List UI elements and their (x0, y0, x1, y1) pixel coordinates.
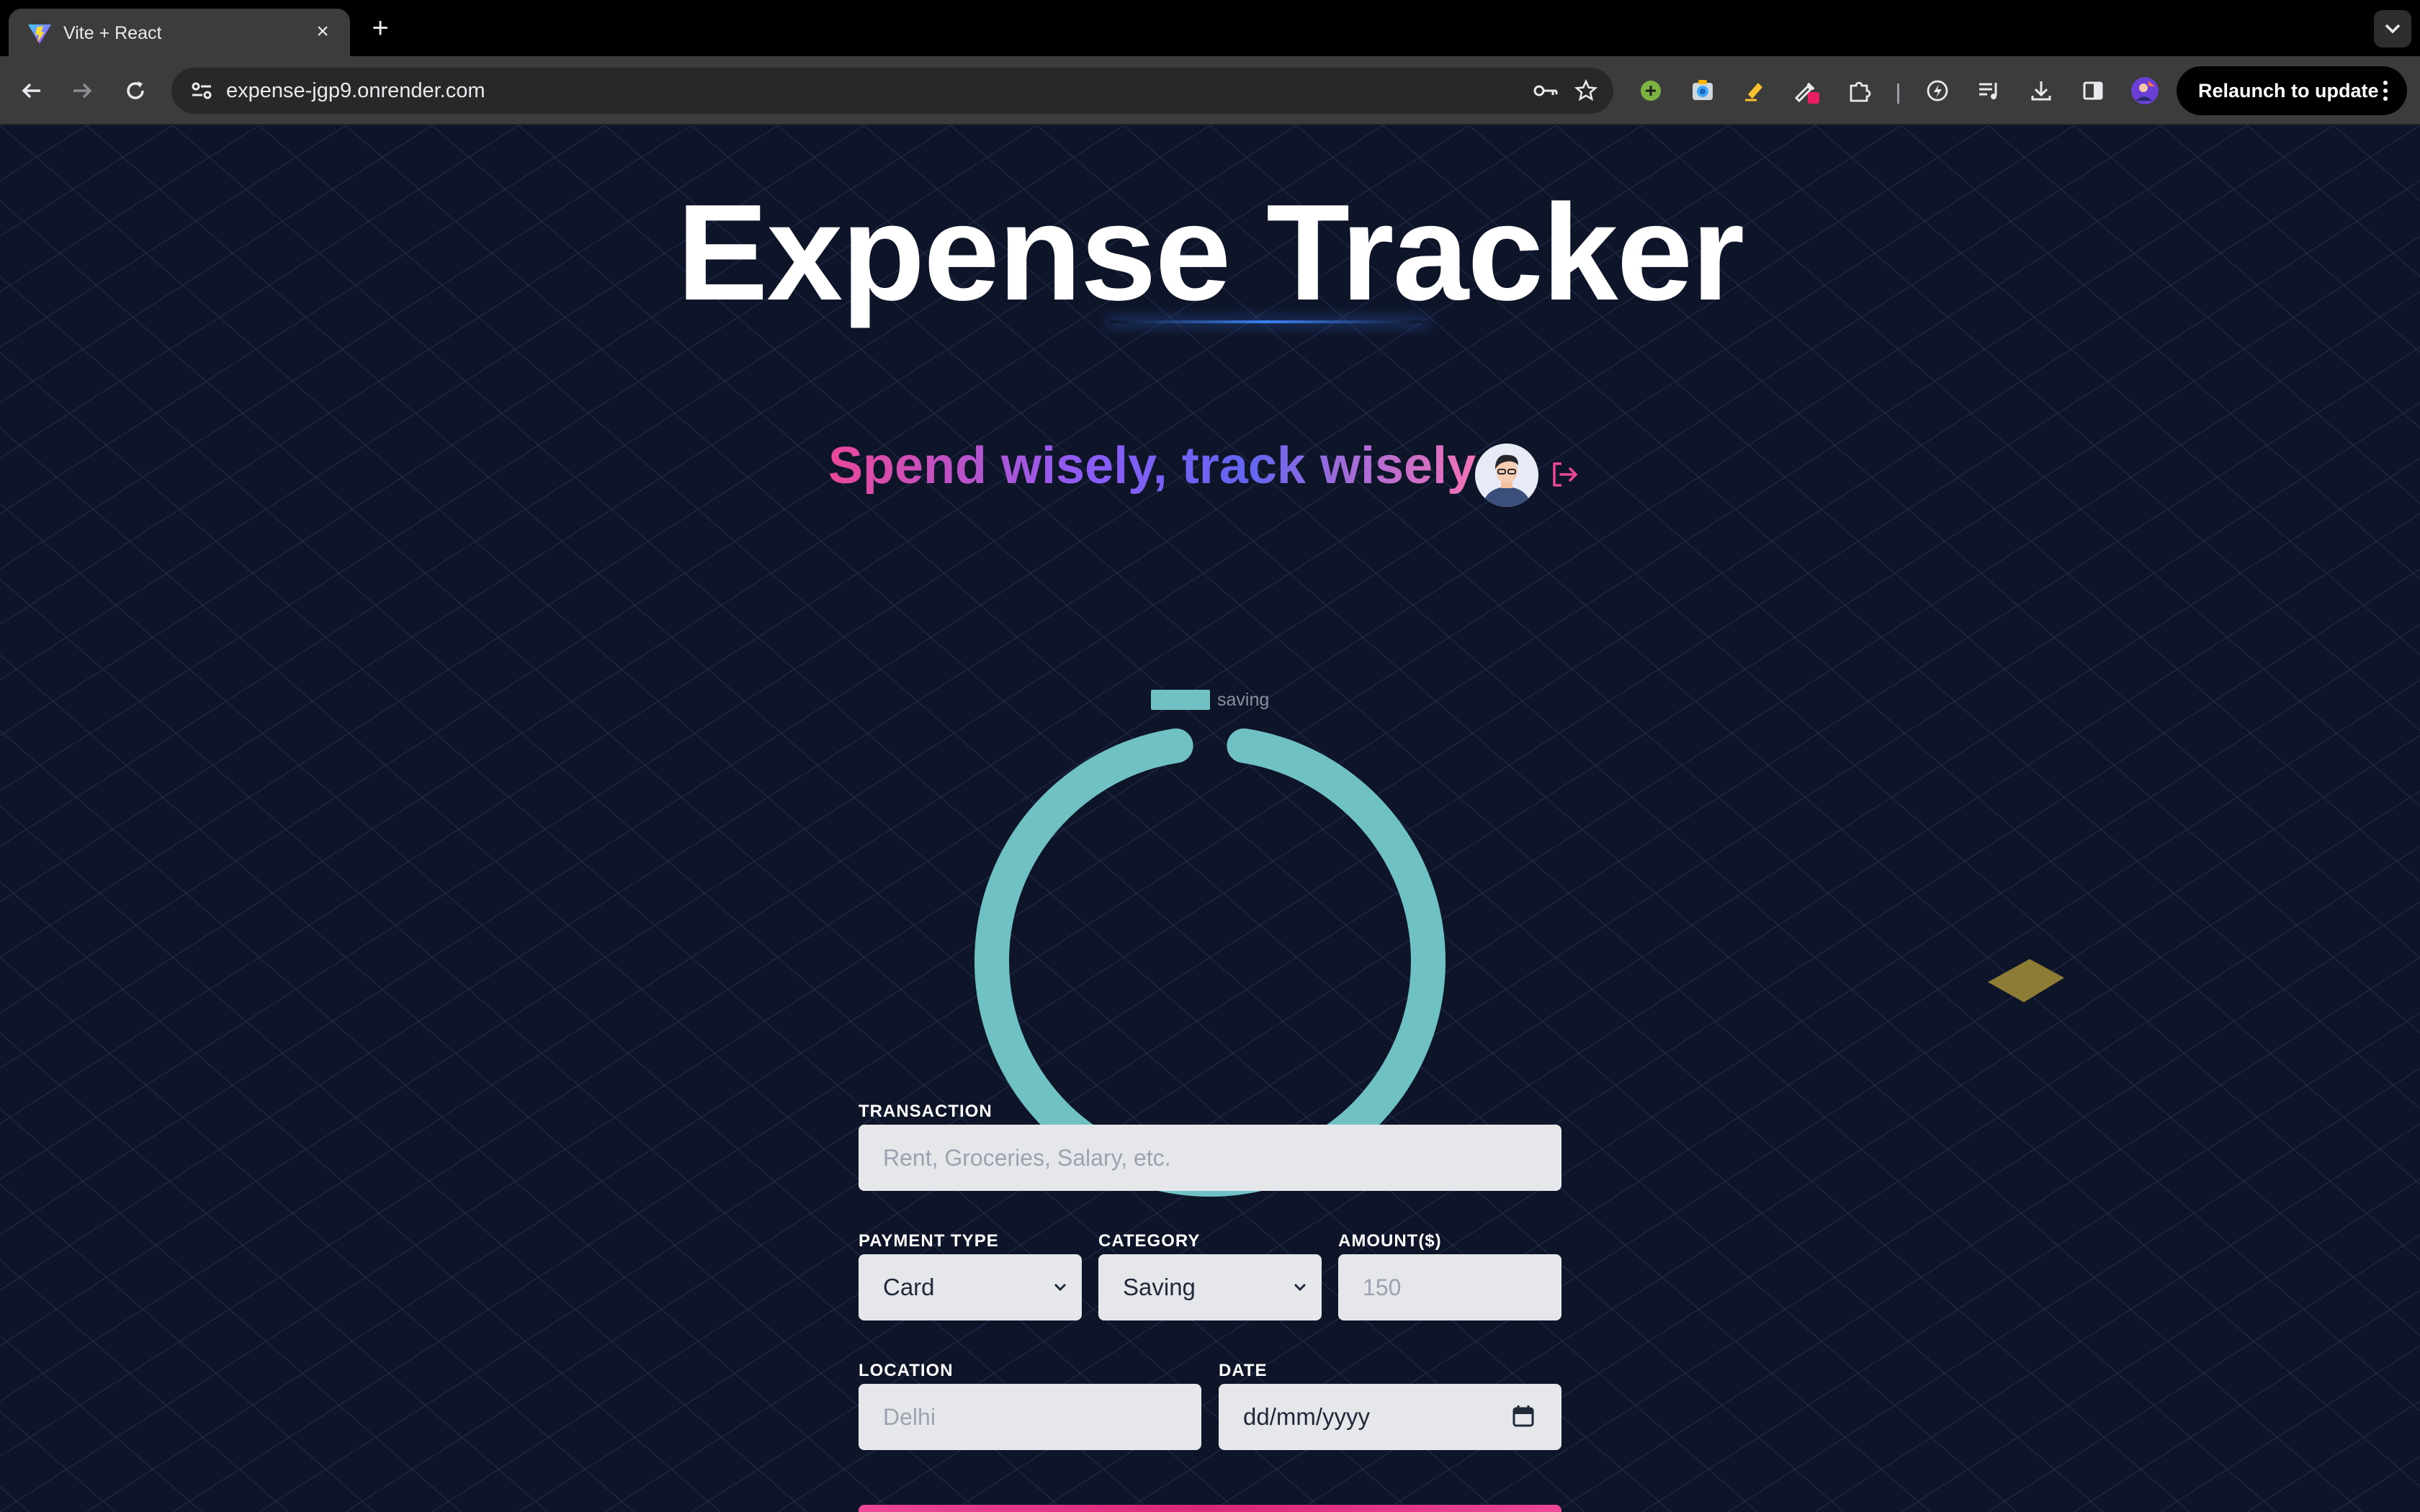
address-bar[interactable]: expense-jgp9.onrender.com (171, 68, 1613, 114)
transaction-form: TRANSACTION PAYMENT TYPE Card CATEGORY S… (859, 1102, 1561, 1512)
tab-title: Vite + React (63, 23, 162, 43)
add-extension-icon[interactable] (1632, 72, 1670, 109)
date-input[interactable]: dd/mm/yyyy (1219, 1384, 1561, 1450)
bookmark-star-icon[interactable] (1572, 76, 1600, 105)
relaunch-button[interactable]: Relaunch to update (2177, 66, 2407, 115)
reload-button[interactable] (117, 72, 154, 109)
category-value: Saving (1123, 1274, 1196, 1300)
add-transaction-button[interactable] (859, 1505, 1561, 1512)
page-title: Expense Tracker (676, 176, 1744, 329)
tab-search-button[interactable] (2374, 10, 2411, 48)
close-tab-icon[interactable]: × (308, 17, 337, 46)
toolbar-divider (1897, 84, 1899, 104)
browser-tab-strip: Vite + React × + (0, 0, 2420, 56)
camera-extension-icon[interactable] (1684, 72, 1721, 109)
reload-icon (127, 81, 144, 99)
legend-label-saving[interactable]: saving (1217, 690, 1269, 711)
transaction-label: TRANSACTION (859, 1102, 992, 1121)
url-text: expense-jgp9.onrender.com (226, 79, 485, 102)
category-select[interactable]: Saving (1098, 1254, 1322, 1320)
back-button[interactable] (13, 72, 50, 109)
calendar-icon[interactable] (1511, 1404, 1536, 1428)
yellow-diamond-decoration (1988, 959, 2064, 1002)
new-tab-button[interactable]: + (363, 12, 398, 44)
legend-swatch-saving[interactable] (1151, 690, 1210, 710)
page-content: Expense Tracker Spend wisely, track wise… (0, 125, 2420, 1512)
screen: Vite + React × + expense-jgp9.onrender.c… (0, 0, 2420, 1512)
profile-avatar[interactable] (2126, 72, 2164, 109)
media-queue-icon[interactable] (1971, 72, 2008, 109)
chevron-down-icon (1054, 1283, 1067, 1292)
amount-label: AMOUNT($) (1338, 1231, 1442, 1251)
key-icon[interactable] (1531, 76, 1560, 105)
more-options-icon[interactable] (2378, 76, 2393, 105)
payment-type-select[interactable]: Card (859, 1254, 1082, 1320)
arrow-left-icon (22, 83, 40, 99)
vite-icon (28, 24, 51, 44)
browser-tab[interactable]: Vite + React × (9, 9, 350, 56)
date-label: DATE (1219, 1361, 1268, 1380)
payment-type-value: Card (883, 1274, 935, 1300)
side-panel-icon[interactable] (2074, 72, 2112, 109)
tagline: Spend wisely, track wisely (828, 435, 1476, 497)
title-underline (1109, 320, 1426, 323)
forward-button[interactable] (63, 72, 101, 109)
category-label: CATEGORY (1098, 1231, 1201, 1251)
location-input[interactable] (859, 1384, 1201, 1450)
highlighter-icon[interactable] (1736, 72, 1773, 109)
browser-toolbar: expense-jgp9.onrender.com Relaunch to up… (0, 56, 2420, 125)
download-icon[interactable] (2022, 72, 2060, 109)
performance-icon[interactable] (1919, 72, 1956, 109)
eyedropper-extension-icon[interactable] (1788, 72, 1825, 109)
logout-icon[interactable] (1549, 458, 1582, 491)
amount-input[interactable] (1338, 1254, 1561, 1320)
chevron-down-icon (1294, 1283, 1307, 1292)
arrow-right-icon (73, 83, 92, 99)
relaunch-label: Relaunch to update (2198, 79, 2379, 102)
extensions-puzzle-icon[interactable] (1841, 72, 1878, 109)
site-info-icon[interactable] (187, 76, 216, 105)
user-avatar[interactable] (1475, 444, 1538, 507)
payment-type-label: PAYMENT TYPE (859, 1231, 999, 1251)
date-value: dd/mm/yyyy (1243, 1403, 1371, 1430)
chevron-down-icon (2385, 24, 2401, 34)
location-label: LOCATION (859, 1361, 954, 1380)
transaction-input[interactable] (859, 1125, 1561, 1191)
